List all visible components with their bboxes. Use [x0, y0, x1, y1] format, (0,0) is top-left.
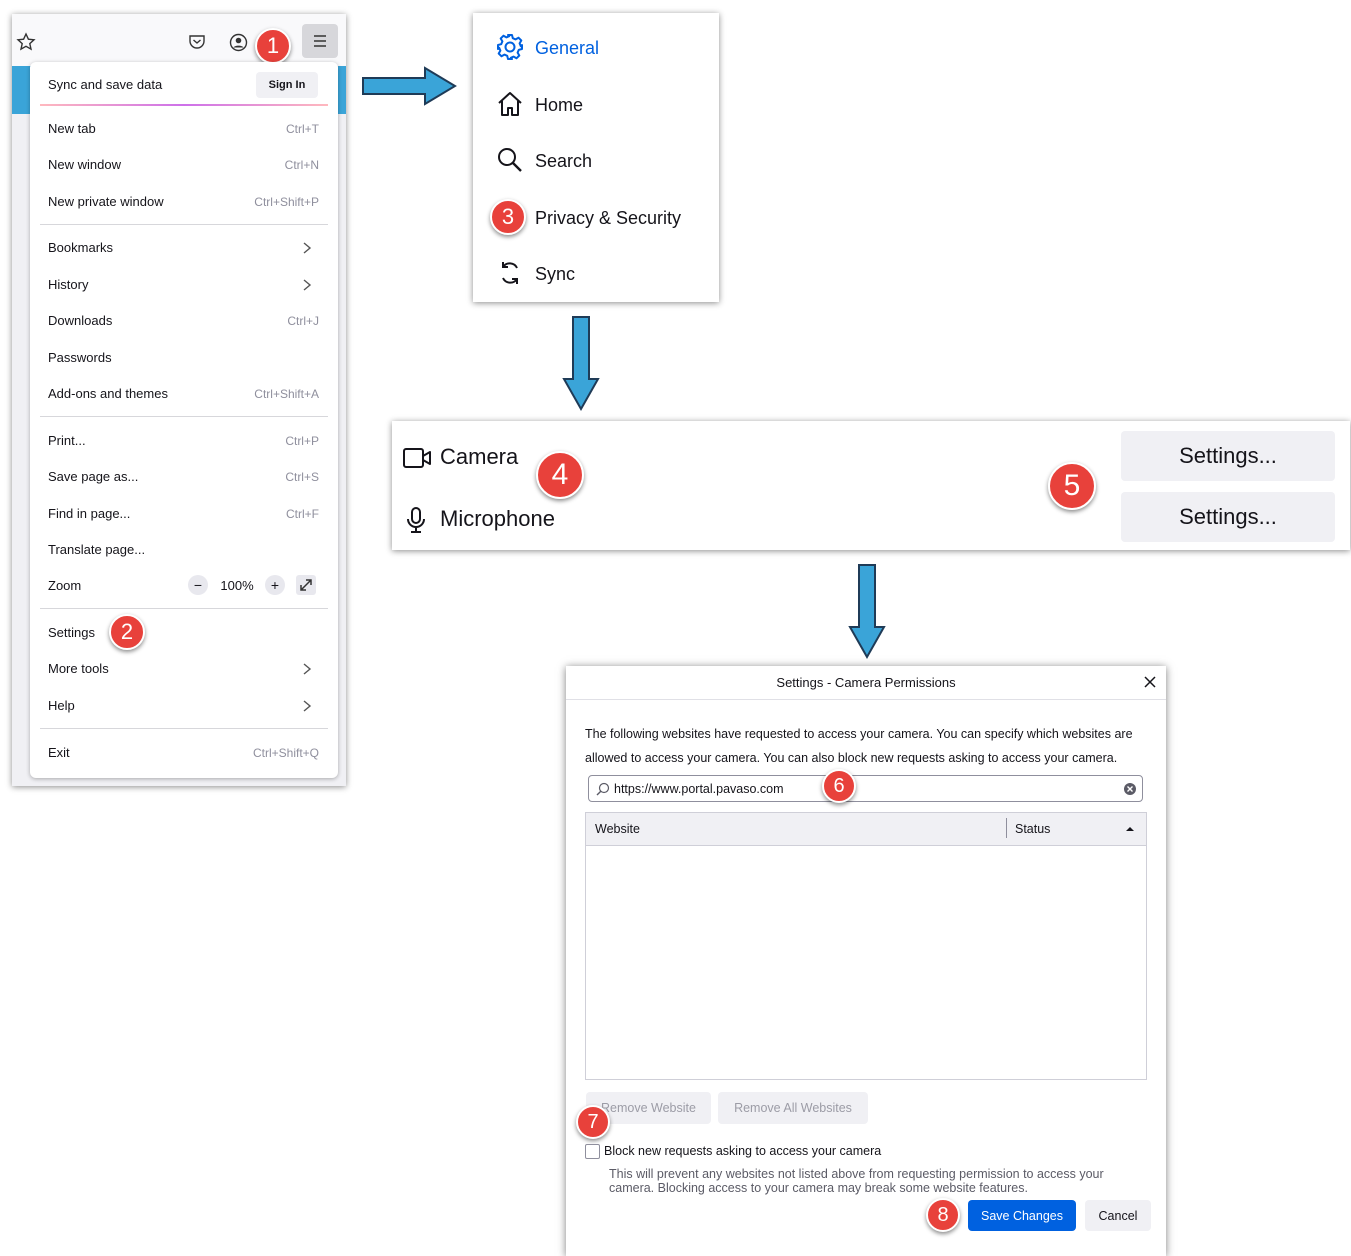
page-background-strip: [338, 66, 346, 114]
shortcut-label: Ctrl+J: [287, 314, 319, 328]
menu-item-downloads[interactable]: Downloads: [48, 313, 112, 328]
menu-item-new-window[interactable]: New window: [48, 157, 121, 172]
menu-separator: [40, 728, 328, 729]
menu-item-translate-page[interactable]: Translate page...: [48, 542, 145, 557]
category-sync[interactable]: Sync: [535, 264, 575, 285]
zoom-out-button[interactable]: −: [188, 575, 208, 595]
chevron-right-icon: [303, 242, 312, 254]
menu-item-print[interactable]: Print...: [48, 433, 86, 448]
gear-icon: [497, 34, 523, 60]
step-badge-4: 4: [536, 451, 584, 499]
column-header-website[interactable]: Website: [595, 822, 640, 836]
category-home[interactable]: Home: [535, 95, 583, 116]
star-icon[interactable]: [15, 31, 37, 53]
microphone-settings-button[interactable]: Settings...: [1121, 492, 1335, 542]
shortcut-label: Ctrl+Shift+P: [254, 195, 319, 209]
block-requests-label[interactable]: Block new requests asking to access your…: [604, 1144, 881, 1158]
chevron-right-icon: [303, 700, 312, 712]
block-requests-checkbox[interactable]: [585, 1144, 600, 1159]
search-icon: [596, 782, 610, 796]
shortcut-label: Ctrl+T: [286, 122, 319, 136]
sort-ascending-icon: [1126, 827, 1134, 831]
step-badge-3: 3: [490, 199, 526, 235]
shortcut-label: Ctrl+N: [284, 158, 319, 172]
home-icon: [498, 92, 522, 116]
camera-settings-button[interactable]: Settings...: [1121, 431, 1335, 481]
menu-item-addons[interactable]: Add-ons and themes: [48, 386, 168, 401]
menu-separator: [40, 224, 328, 225]
table-header: [586, 813, 1146, 846]
category-privacy-security[interactable]: Privacy & Security: [535, 208, 681, 229]
chevron-right-icon: [303, 279, 312, 291]
zoom-in-button[interactable]: +: [265, 575, 285, 595]
fullscreen-icon[interactable]: [296, 575, 316, 595]
sync-divider: [40, 104, 328, 106]
shortcut-label: Ctrl+S: [285, 470, 319, 484]
menu-item-passwords[interactable]: Passwords: [48, 350, 112, 365]
arrow-right-icon: [362, 66, 457, 106]
pocket-icon[interactable]: [186, 31, 208, 53]
menu-separator: [40, 608, 328, 609]
clear-icon[interactable]: [1123, 782, 1137, 796]
permission-microphone-label: Microphone: [440, 506, 555, 531]
arrow-down-icon: [848, 564, 886, 660]
dialog-title: Settings - Camera Permissions: [566, 666, 1166, 700]
browser-toolbar: [12, 14, 346, 66]
search-value: https://www.portal.pavaso.com: [614, 782, 784, 796]
menu-item-settings[interactable]: Settings: [48, 625, 95, 640]
step-badge-5: 5: [1048, 462, 1096, 510]
step-badge-8: 8: [926, 1198, 960, 1232]
remove-all-websites-button[interactable]: Remove All Websites: [718, 1092, 868, 1124]
save-changes-button[interactable]: Save Changes: [968, 1200, 1076, 1231]
step-badge-1: 1: [255, 28, 291, 64]
menu-item-new-private-window[interactable]: New private window: [48, 194, 164, 209]
menu-item-zoom: Zoom: [48, 578, 82, 593]
menu-item-history[interactable]: History: [48, 277, 88, 292]
shortcut-label: Ctrl+P: [285, 434, 319, 448]
cancel-button[interactable]: Cancel: [1085, 1200, 1151, 1231]
sync-icon: [502, 262, 518, 284]
menu-item-help[interactable]: Help: [48, 698, 75, 713]
column-divider: [1006, 818, 1007, 838]
zoom-level[interactable]: 100%: [214, 578, 260, 593]
account-icon[interactable]: [227, 31, 249, 53]
shortcut-label: Ctrl+F: [286, 507, 319, 521]
sign-in-button[interactable]: Sign In: [256, 72, 318, 98]
microphone-icon: [407, 507, 425, 533]
search-icon: [498, 148, 522, 172]
shortcut-label: Ctrl+Shift+A: [254, 387, 319, 401]
dialog-description: The following websites have requested to…: [585, 727, 1133, 765]
menu-item-save-page[interactable]: Save page as...: [48, 469, 138, 484]
arrow-down-icon: [562, 316, 600, 412]
close-icon[interactable]: [1143, 675, 1157, 689]
menu-item-find-in-page[interactable]: Find in page...: [48, 506, 130, 521]
menu-item-exit[interactable]: Exit: [48, 745, 70, 760]
step-badge-2: 2: [109, 614, 145, 650]
menu-separator: [40, 416, 328, 417]
shortcut-label: Ctrl+Shift+Q: [252, 746, 319, 760]
sync-label: Sync and save data: [48, 77, 163, 92]
category-search[interactable]: Search: [535, 151, 592, 172]
menu-item-more-tools[interactable]: More tools: [48, 661, 109, 676]
menu-item-new-tab[interactable]: New tab: [48, 121, 96, 136]
step-badge-7: 7: [576, 1105, 610, 1139]
websites-table[interactable]: [585, 812, 1147, 1080]
category-general[interactable]: General: [535, 38, 599, 59]
chevron-right-icon: [303, 663, 312, 675]
camera-icon: [403, 448, 431, 468]
menu-item-bookmarks[interactable]: Bookmarks: [48, 240, 113, 255]
hamburger-menu-button[interactable]: [302, 24, 338, 58]
block-requests-note: This will prevent any websites not liste…: [609, 1167, 1104, 1195]
column-header-status[interactable]: Status: [1015, 822, 1050, 836]
step-badge-6: 6: [822, 769, 856, 803]
permission-camera-label: Camera: [440, 444, 519, 469]
